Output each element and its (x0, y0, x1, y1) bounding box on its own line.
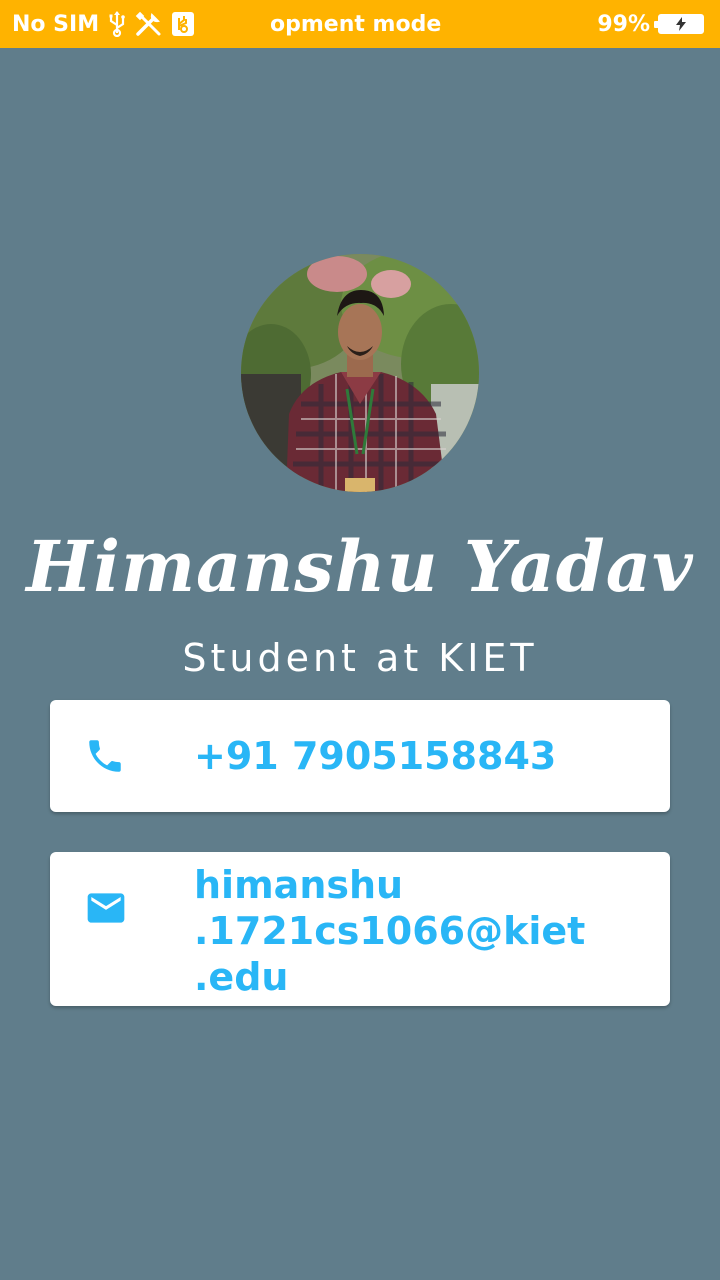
email-line-2: .1721cs1066@kiet (194, 909, 586, 953)
profile-name: Himanshu Yadav (26, 525, 694, 608)
status-right: 99% (597, 0, 704, 48)
phone-number: +91 7905158843 (194, 734, 557, 778)
status-bar: No SIM opment mode 99% (0, 0, 720, 48)
phone-icon (84, 735, 126, 781)
email-icon (84, 886, 128, 934)
email-card[interactable]: himanshu .1721cs1066@kiet .edu (50, 852, 670, 1006)
email-address: himanshu .1721cs1066@kiet .edu (194, 862, 585, 1000)
battery-charging-icon (654, 14, 704, 34)
profile-avatar (241, 254, 479, 492)
profile-subtitle: Student at KIET (182, 636, 538, 680)
email-line-1: himanshu (194, 863, 404, 907)
email-line-3: .edu (194, 955, 289, 999)
battery-percent: 99% (597, 11, 650, 37)
tools-icon (135, 11, 163, 37)
status-left: No SIM (12, 0, 195, 48)
usb-icon (107, 11, 127, 37)
debug-icon (171, 11, 195, 37)
notification-ticker: opment mode (270, 12, 442, 37)
carrier-label: No SIM (12, 11, 100, 37)
phone-card[interactable]: +91 7905158843 (50, 700, 670, 812)
